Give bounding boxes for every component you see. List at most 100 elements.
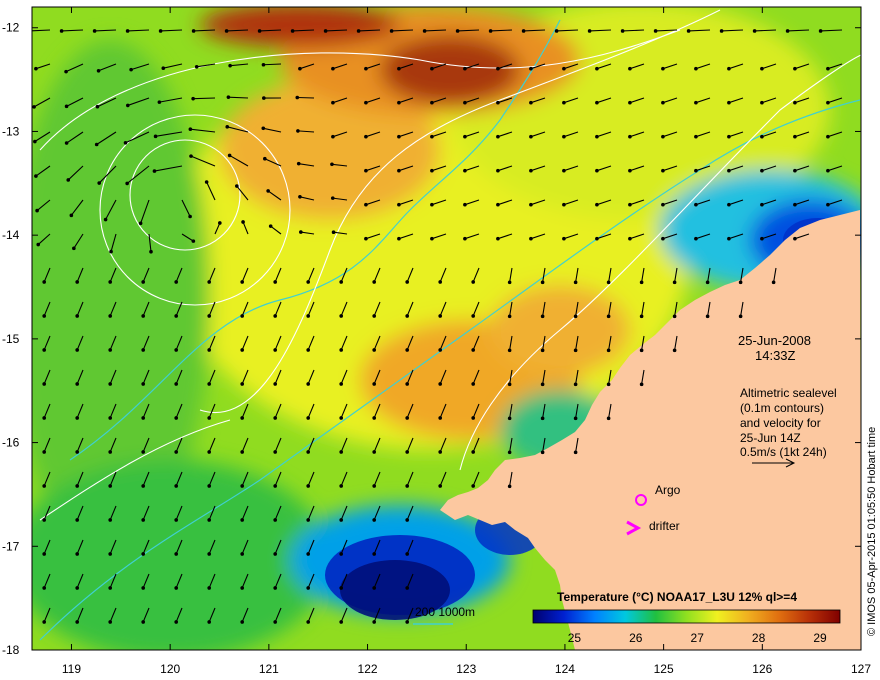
velocity-arrow-head <box>364 100 368 105</box>
velocity-arrow-head <box>42 280 46 284</box>
velocity-arrow-head <box>189 154 193 158</box>
velocity-arrow-head <box>455 29 460 33</box>
velocity-arrow-head <box>364 66 368 71</box>
velocity-arrow-head <box>306 382 310 386</box>
velocity-arrow-head <box>471 450 475 454</box>
velocity-arrow-head <box>760 66 764 71</box>
velocity-arrow-head <box>228 63 232 68</box>
velocity-arrow-head <box>235 184 239 188</box>
velocity-arrow-head <box>573 280 578 285</box>
velocity-arrow-head <box>397 202 401 207</box>
velocity-arrow-head <box>496 134 500 139</box>
velocity-arrow-head <box>606 416 611 421</box>
velocity-arrow-head <box>273 484 277 488</box>
velocity-arrow-head <box>224 29 229 33</box>
velocity-arrow-head <box>397 100 401 105</box>
velocity-arrow-head <box>372 484 376 488</box>
velocity-arrow-head <box>661 134 665 139</box>
velocity-arrow-head <box>34 66 38 71</box>
velocity-arrow-head <box>157 100 162 104</box>
velocity-arrow <box>263 63 282 66</box>
velocity-arrow-head <box>204 180 209 184</box>
velocity-arrow-head <box>339 382 343 386</box>
velocity-arrow-head <box>273 518 277 522</box>
velocity-arrow-head <box>273 586 277 590</box>
lon-tick-label: 123 <box>456 662 476 676</box>
velocity-arrow-head <box>540 314 545 319</box>
altimetry-note-1: Altimetric sealevel <box>740 386 837 400</box>
velocity-arrow-head <box>405 552 409 556</box>
velocity-arrow-head <box>719 29 724 33</box>
lat-tick-label: -12 <box>2 21 20 35</box>
velocity-arrow-head <box>207 518 211 522</box>
velocity-arrow-head <box>125 181 129 186</box>
velocity-arrow-head <box>153 134 158 139</box>
velocity-arrow-head <box>405 382 409 386</box>
velocity-arrow-head <box>330 196 335 200</box>
velocity-arrow-head <box>306 484 310 488</box>
velocity-arrow-head <box>595 236 599 241</box>
velocity-arrow-head <box>639 314 644 319</box>
velocity-arrow-head <box>471 382 475 386</box>
velocity-arrow-head <box>463 202 467 207</box>
velocity-arrow-head <box>207 586 211 590</box>
velocity-arrow-head <box>507 484 512 489</box>
lon-tick-label: 119 <box>62 662 81 676</box>
velocity-arrow-head <box>306 450 310 454</box>
velocity-arrow-head <box>174 348 178 352</box>
velocity-arrow-head <box>273 450 277 454</box>
velocity-arrow-head <box>339 280 343 284</box>
velocity-arrow-head <box>194 64 199 69</box>
velocity-arrow-head <box>306 416 310 420</box>
velocity-arrow-head <box>793 202 797 207</box>
velocity-arrow-head <box>174 450 178 454</box>
velocity-arrow-head <box>793 236 797 241</box>
velocity-arrow-head <box>405 586 409 590</box>
velocity-arrow-head <box>694 168 698 173</box>
velocity-arrow-head <box>639 382 644 387</box>
velocity-arrow-head <box>257 29 262 33</box>
velocity-arrow-head <box>661 202 665 207</box>
velocity-arrow-head <box>42 382 46 386</box>
velocity-arrow-head <box>438 416 442 420</box>
velocity-arrow-head <box>471 280 475 284</box>
velocity-arrow-head <box>694 202 698 207</box>
velocity-arrow-head <box>430 66 434 71</box>
velocity-arrow-head <box>672 280 677 285</box>
velocity-arrow-head <box>72 246 76 251</box>
velocity-arrow-head <box>595 202 599 207</box>
velocity-arrow-head <box>75 620 79 624</box>
velocity-arrow-head <box>405 484 409 488</box>
isobath-legend-label: 200 1000m <box>415 605 475 619</box>
lon-tick-label: 120 <box>160 662 180 676</box>
velocity-arrow-head <box>240 348 244 352</box>
velocity-arrow-head <box>35 208 39 213</box>
velocity-arrow-head <box>42 620 46 624</box>
velocity-arrow-head <box>306 552 310 556</box>
altimetry-note-3: and velocity for <box>740 416 821 430</box>
velocity-arrow-head <box>108 416 112 420</box>
velocity-arrow-head <box>463 236 467 241</box>
velocity-arrow-head <box>372 280 376 284</box>
velocity-arrow-head <box>108 450 112 454</box>
velocity-arrow-head <box>240 586 244 590</box>
velocity-arrow-head <box>826 202 830 207</box>
velocity-arrow-head <box>727 100 731 105</box>
velocity-arrow-head <box>463 100 467 105</box>
velocity-arrow-head <box>430 168 434 173</box>
velocity-arrow-head <box>507 382 512 387</box>
velocity-arrow-head <box>42 416 46 420</box>
velocity-arrow-head <box>372 416 376 420</box>
velocity-arrow-head <box>69 213 74 218</box>
velocity-arrow-head <box>64 141 69 145</box>
velocity-arrow-head <box>207 314 211 318</box>
velocity-arrow-head <box>75 348 79 352</box>
velocity-arrow-head <box>661 66 665 71</box>
velocity-arrow-head <box>174 484 178 488</box>
velocity-arrow-head <box>760 202 764 207</box>
velocity-arrow-head <box>826 168 830 173</box>
velocity-arrow-head <box>705 280 710 285</box>
velocity-arrow-head <box>606 348 611 353</box>
velocity-arrow-head <box>125 29 130 33</box>
velocity-arrow-head <box>75 484 79 488</box>
